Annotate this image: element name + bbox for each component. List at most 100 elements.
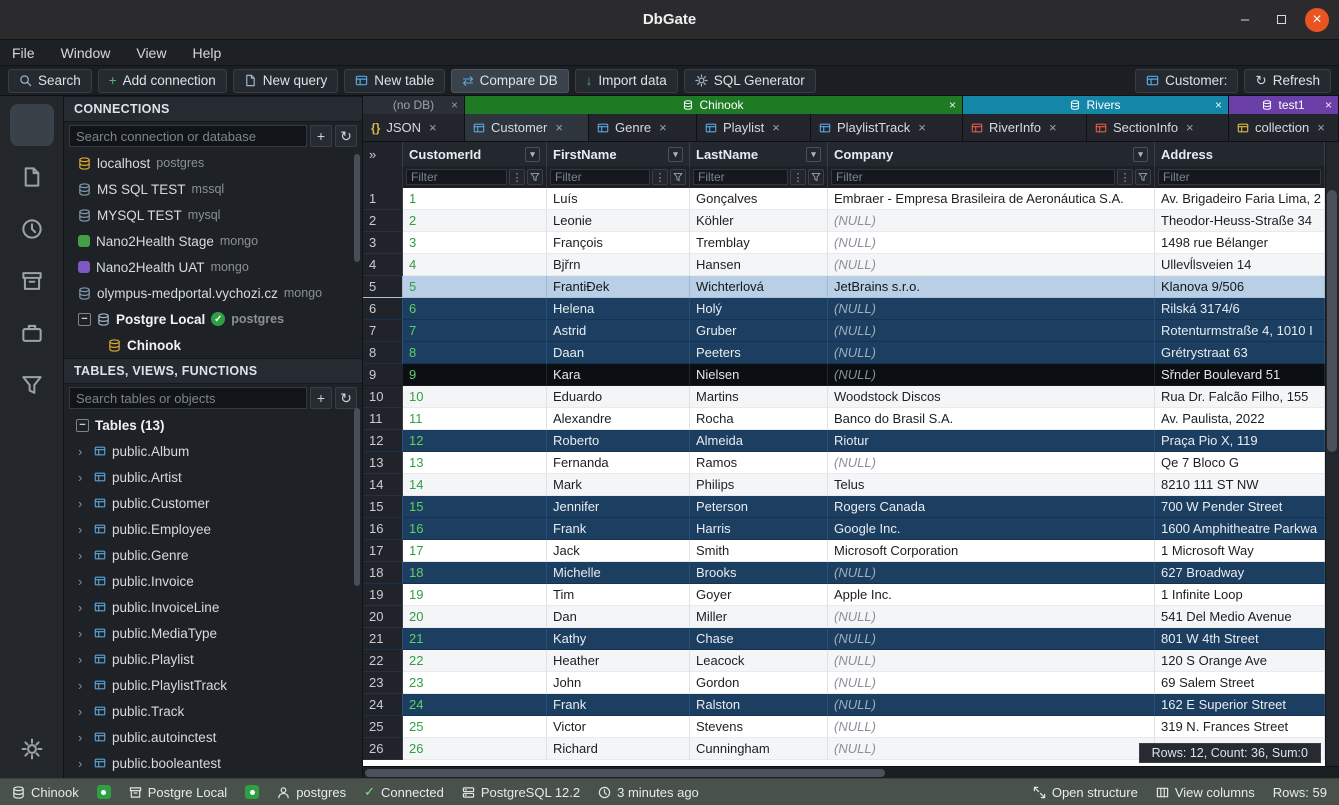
cell-address[interactable]: 627 Broadway: [1155, 562, 1325, 584]
tab-genre[interactable]: Genre×: [589, 114, 697, 141]
cell-company[interactable]: Apple Inc.: [828, 584, 1155, 606]
table-row[interactable]: 1515JenniferPetersonRogers Canada700 W P…: [363, 496, 1325, 518]
menu-window[interactable]: Window: [61, 45, 111, 61]
expand-chevron-icon[interactable]: ›: [78, 652, 88, 667]
cell-address[interactable]: Qe 7 Bloco G: [1155, 452, 1325, 474]
cell-company[interactable]: (NULL): [828, 298, 1155, 320]
sql-generator-button[interactable]: SQL Generator: [684, 69, 816, 93]
expand-chevron-icon[interactable]: ›: [78, 678, 88, 693]
cell-firstname[interactable]: Jack: [547, 540, 690, 562]
cell-company[interactable]: Embraer - Empresa Brasileira de Aeronáut…: [828, 188, 1155, 210]
table-row[interactable]: 1212RobertoAlmeidaRioturPraça Pio X, 119: [363, 430, 1325, 452]
table-tree-item[interactable]: ›public.Genre: [64, 542, 362, 568]
cell-lastname[interactable]: Köhler: [690, 210, 828, 232]
cell-company[interactable]: Microsoft Corporation: [828, 540, 1155, 562]
row-number[interactable]: 23: [363, 672, 403, 694]
minimize-button[interactable]: –: [1233, 8, 1257, 32]
cell-address[interactable]: Av. Brigadeiro Faria Lima, 2: [1155, 188, 1325, 210]
tab-playlist[interactable]: Playlist×: [697, 114, 811, 141]
column-header-company[interactable]: Company▾: [828, 142, 1155, 166]
cell-customerid[interactable]: 14: [403, 474, 547, 496]
cell-address[interactable]: Sřnder Boulevard 51: [1155, 364, 1325, 386]
cell-firstname[interactable]: Jennifer: [547, 496, 690, 518]
row-number[interactable]: 4: [363, 254, 403, 276]
cell-customerid[interactable]: 17: [403, 540, 547, 562]
vertical-scrollbar-thumb[interactable]: [1327, 190, 1337, 452]
column-menu-icon[interactable]: ▾: [668, 147, 683, 162]
cell-firstname[interactable]: Frank: [547, 694, 690, 716]
tab-playlisttrack[interactable]: PlaylistTrack×: [811, 114, 963, 141]
filter-input-company[interactable]: [831, 169, 1115, 185]
filter-menu-icon[interactable]: ⋮: [652, 169, 668, 185]
table-row[interactable]: 2020DanMiller(NULL)541 Del Medio Avenue: [363, 606, 1325, 628]
row-number[interactable]: 11: [363, 408, 403, 430]
cell-customerid[interactable]: 11: [403, 408, 547, 430]
filter-menu-icon[interactable]: ⋮: [790, 169, 806, 185]
table-row[interactable]: 1010EduardoMartinsWoodstock DiscosRua Dr…: [363, 386, 1325, 408]
row-number[interactable]: 12: [363, 430, 403, 452]
menu-help[interactable]: Help: [192, 45, 221, 61]
filter-funnel-icon[interactable]: [670, 169, 686, 185]
cell-firstname[interactable]: Tim: [547, 584, 690, 606]
tables-scrollbar[interactable]: [354, 408, 360, 586]
cell-lastname[interactable]: Nielsen: [690, 364, 828, 386]
search-button[interactable]: Search: [8, 69, 92, 93]
cell-firstname[interactable]: Astrid: [547, 320, 690, 342]
close-tab-icon[interactable]: ×: [429, 120, 437, 135]
expand-chevron-icon[interactable]: ›: [78, 470, 88, 485]
table-tree-item[interactable]: ›public.Customer: [64, 490, 362, 516]
sidebar-database-icon[interactable]: [10, 104, 54, 146]
connections-search-input[interactable]: [69, 125, 307, 147]
table-tree-item[interactable]: ›public.Playlist: [64, 646, 362, 672]
status-postgre-local[interactable]: Postgre Local: [129, 785, 228, 800]
cell-firstname[interactable]: Fernanda: [547, 452, 690, 474]
sidebar-archive-icon[interactable]: [10, 260, 54, 302]
row-number[interactable]: 18: [363, 562, 403, 584]
add-connection-button[interactable]: +Add connection: [98, 69, 227, 93]
cell-firstname[interactable]: Roberto: [547, 430, 690, 452]
cell-lastname[interactable]: Gruber: [690, 320, 828, 342]
table-row[interactable]: 33FrançoisTremblay(NULL)1498 rue Bélange…: [363, 232, 1325, 254]
cell-firstname[interactable]: Victor: [547, 716, 690, 738]
cell-lastname[interactable]: Chase: [690, 628, 828, 650]
table-row[interactable]: 1717JackSmithMicrosoft Corporation1 Micr…: [363, 540, 1325, 562]
table-tree-item[interactable]: ›public.Invoice: [64, 568, 362, 594]
cell-firstname[interactable]: Daan: [547, 342, 690, 364]
cell-customerid[interactable]: 19: [403, 584, 547, 606]
cell-address[interactable]: 162 E Superior Street: [1155, 694, 1325, 716]
cell-lastname[interactable]: Peeters: [690, 342, 828, 364]
db-group-tab-rivers[interactable]: Rivers×: [963, 96, 1229, 114]
cell-company[interactable]: (NULL): [828, 628, 1155, 650]
expand-chevron-icon[interactable]: ›: [78, 548, 88, 563]
cell-lastname[interactable]: Goyer: [690, 584, 828, 606]
cell-company[interactable]: (NULL): [828, 606, 1155, 628]
cell-lastname[interactable]: Cunningham: [690, 738, 828, 760]
cell-address[interactable]: 1 Infinite Loop: [1155, 584, 1325, 606]
compare-db-button[interactable]: ⇄Compare DB: [451, 69, 568, 93]
sidebar-funnel-icon[interactable]: [10, 364, 54, 406]
cell-address[interactable]: Rilská 3174/6: [1155, 298, 1325, 320]
cell-customerid[interactable]: 4: [403, 254, 547, 276]
connection-item[interactable]: −Postgre Local✓postgres: [64, 306, 362, 332]
close-tab-icon[interactable]: ×: [1215, 98, 1222, 112]
table-row[interactable]: 88DaanPeeters(NULL)Grétrystraat 63: [363, 342, 1325, 364]
connection-item[interactable]: Nano2Health Stagemongo: [64, 228, 362, 254]
cell-company[interactable]: Riotur: [828, 430, 1155, 452]
cell-customerid[interactable]: 18: [403, 562, 547, 584]
cell-company[interactable]: (NULL): [828, 672, 1155, 694]
db-group-tab-test1[interactable]: test1×: [1229, 96, 1339, 114]
row-number[interactable]: 19: [363, 584, 403, 606]
expand-chevron-icon[interactable]: ›: [78, 444, 88, 459]
cell-lastname[interactable]: Gordon: [690, 672, 828, 694]
expand-chevron-icon[interactable]: ›: [78, 626, 88, 641]
cell-address[interactable]: 1 Microsoft Way: [1155, 540, 1325, 562]
cell-company[interactable]: (NULL): [828, 254, 1155, 276]
row-number[interactable]: 25: [363, 716, 403, 738]
table-row[interactable]: 22LeonieKöhler(NULL)Theodor-Heuss-Straße…: [363, 210, 1325, 232]
status-connected[interactable]: ✓Connected: [364, 784, 444, 800]
close-tab-icon[interactable]: ×: [1186, 120, 1194, 135]
cell-address[interactable]: 69 Salem Street: [1155, 672, 1325, 694]
cell-lastname[interactable]: Almeida: [690, 430, 828, 452]
connection-item[interactable]: Nano2Health UATmongo: [64, 254, 362, 280]
cell-customerid[interactable]: 12: [403, 430, 547, 452]
